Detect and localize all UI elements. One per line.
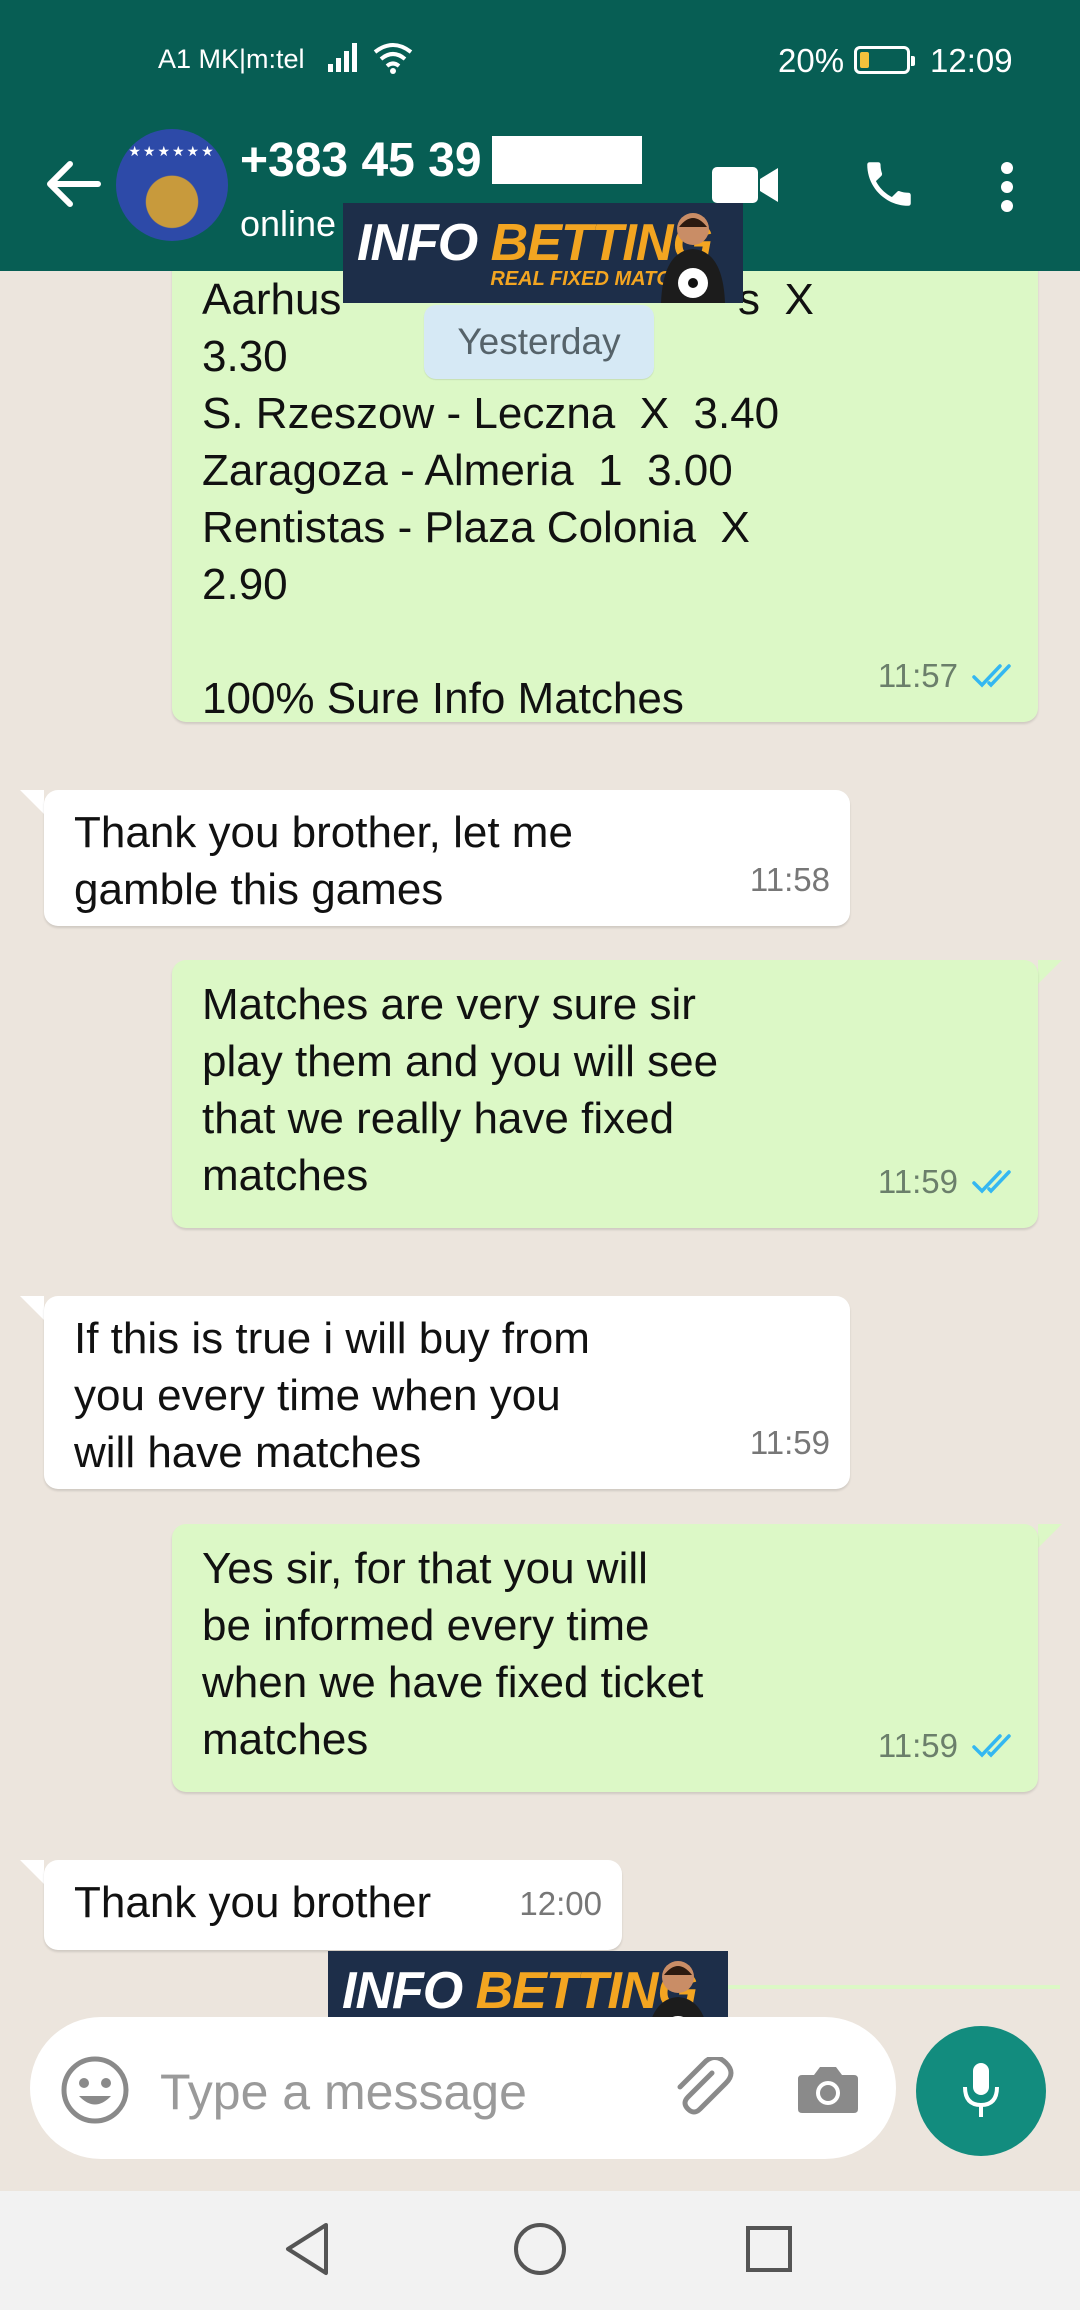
video-call-icon[interactable] [710, 163, 780, 207]
system-nav-bar [0, 2191, 1080, 2310]
message-line: s X [738, 275, 814, 324]
message-time: 11:59 [749, 1424, 830, 1461]
double-check-icon [972, 1169, 1011, 1194]
message-time: 11:59 [877, 1163, 958, 1200]
message-line: play them and you will see [202, 1037, 719, 1086]
status-bar: A1 MK|m:tel 20% 12:09 [0, 0, 1080, 103]
signal-icon [328, 43, 357, 72]
bubble-tail [1038, 1524, 1062, 1548]
message-line: Thank you brother, let me [74, 808, 573, 857]
watermark-logo: INFO BETTING REAL FIXED MATCHES [343, 203, 743, 303]
bubble-tail [1038, 960, 1062, 984]
message-meta: 11:59 [878, 1153, 1018, 1210]
nav-recents-icon[interactable] [744, 2224, 794, 2274]
message-meta: 11:58 [750, 851, 830, 908]
nav-home-icon[interactable] [512, 2221, 568, 2277]
status-time: 12:09 [930, 42, 1013, 79]
message-time: 12:00 [519, 1885, 602, 1922]
battery-fill [860, 52, 869, 68]
battery-percent: 20% [778, 42, 845, 79]
avatar-stars-icon: ★★★★★★ [128, 143, 216, 159]
more-vertical-icon[interactable] [1000, 161, 1014, 213]
bubble-tail [20, 790, 44, 814]
message-line: Aarhus [202, 275, 342, 324]
message-incoming[interactable]: If this is true i will buy from you ever… [44, 1296, 850, 1489]
message-line: 100% Sure Info Matches [202, 674, 684, 723]
message-line: Zaragoza - Almeria 1 3.00 [202, 446, 733, 495]
person-with-ball-icon [661, 213, 725, 303]
carrier-label: A1 MK|m:tel [158, 44, 305, 74]
message-line: matches [202, 1715, 369, 1764]
message-line: gamble this games [74, 865, 444, 914]
message-line: that we really have fixed [202, 1094, 675, 1143]
message-outgoing[interactable]: Matches are very sure sir play them and … [172, 960, 1038, 1228]
message-line: 2.90 [202, 560, 288, 609]
message-line: Thank you brother [74, 1878, 432, 1927]
message-line: when we have fixed ticket [202, 1658, 704, 1707]
message-line: If this is true i will buy from [74, 1314, 590, 1363]
arrow-left-icon[interactable] [44, 159, 102, 209]
contact-name[interactable]: +383 45 39 [240, 133, 482, 188]
chat-area[interactable]: Aarhus s X 3.30 S. Rzeszow - Leczna X 3.… [0, 271, 1080, 2191]
message-line: be informed every time [202, 1601, 650, 1650]
message-meta: 11:59 [878, 1717, 1018, 1774]
message-composer[interactable]: Type a message [30, 2017, 896, 2159]
redaction-box [492, 136, 642, 184]
contact-status: online [240, 203, 337, 244]
message-line: Matches are very sure sir [202, 980, 696, 1029]
watermark-title-1: INFO [342, 1962, 476, 2020]
message-line: Yes sir, for that you will [202, 1544, 648, 1593]
message-incoming[interactable]: Thank you brother, let me gamble this ga… [44, 790, 850, 926]
message-line: 3.30 [202, 332, 288, 381]
date-separator: Yesterday [424, 305, 654, 379]
message-time: 11:57 [877, 657, 958, 694]
mic-button[interactable] [916, 2026, 1046, 2156]
message-meta: 11:59 [750, 1414, 830, 1471]
message-meta: 12:00 [519, 1875, 602, 1932]
message-line: Rentistas - Plaza Colonia X [202, 503, 750, 552]
wifi-icon [373, 43, 413, 74]
phone-icon[interactable] [860, 155, 918, 213]
double-check-icon [972, 663, 1011, 688]
message-line: matches [202, 1151, 369, 1200]
message-time: 11:59 [877, 1727, 958, 1764]
paperclip-icon[interactable] [670, 2057, 740, 2117]
avatar[interactable]: ★★★★★★ [116, 129, 228, 241]
message-line: will have matches [74, 1428, 422, 1477]
watermark-title-1: INFO [357, 214, 491, 272]
emoji-icon[interactable] [60, 2055, 130, 2125]
message-line: S. Rzeszow - Leczna X 3.40 [202, 389, 780, 438]
double-check-icon [972, 1733, 1011, 1758]
bubble-tail [20, 1296, 44, 1320]
message-outgoing[interactable]: Yes sir, for that you will be informed e… [172, 1524, 1038, 1792]
bubble-tail [20, 1860, 44, 1884]
battery-icon [854, 46, 915, 74]
divider [690, 1985, 1060, 1989]
microphone-icon [963, 2063, 999, 2117]
message-time: 11:58 [749, 861, 830, 898]
nav-back-icon[interactable] [282, 2221, 332, 2277]
camera-icon[interactable] [796, 2063, 860, 2115]
message-meta: 11:57 [878, 647, 1018, 704]
message-incoming[interactable]: Thank you brother 12:00 [44, 1860, 622, 1950]
message-input[interactable]: Type a message [160, 2063, 527, 2121]
message-line: you every time when you [74, 1371, 561, 1420]
